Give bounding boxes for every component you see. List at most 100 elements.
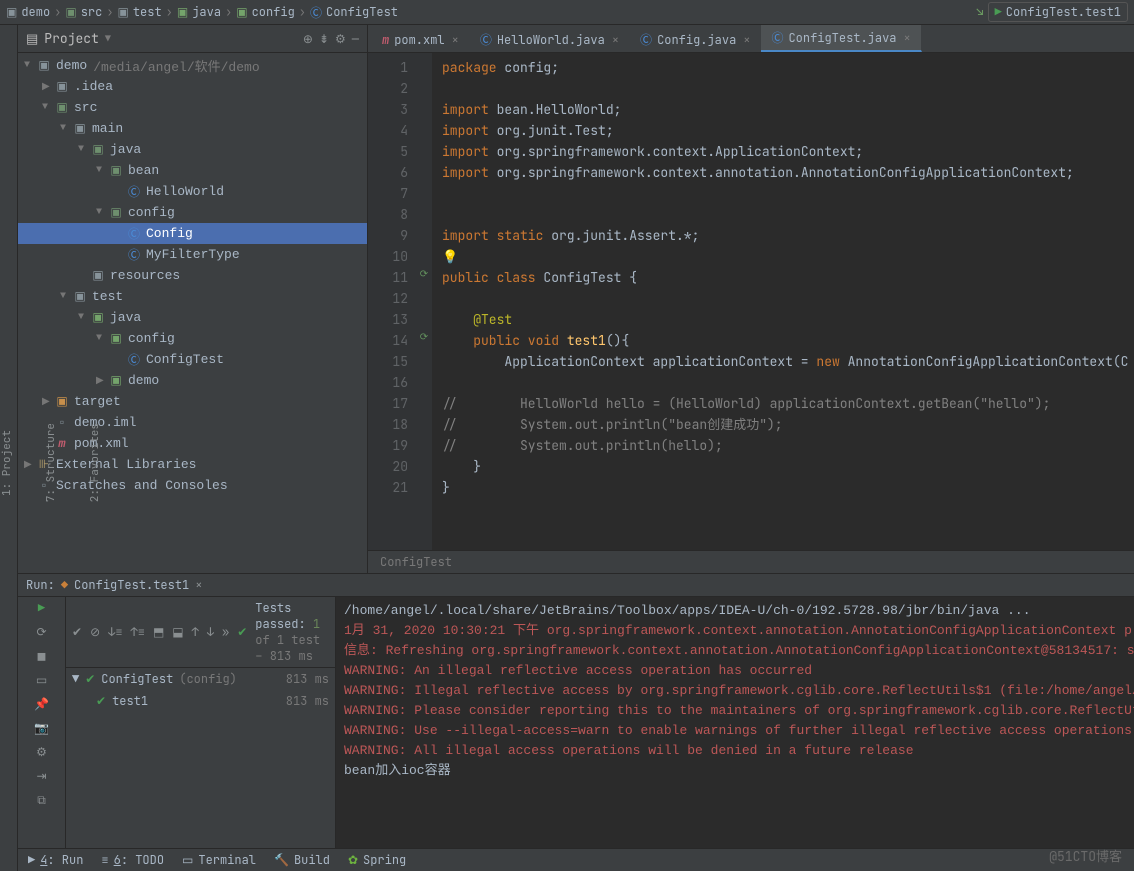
project-panel: ▤ Project ▼ ⊕ ⇟ ⚙ — ▼▣demo/media/angel/软… (18, 25, 368, 573)
back-icon[interactable]: ↘ (976, 4, 983, 20)
run-header: Run: ◆ ConfigTest.test1 × (18, 574, 1134, 597)
export-icon[interactable]: ⇥ (35, 769, 49, 783)
close-icon[interactable]: × (452, 32, 459, 48)
project-tree[interactable]: ▼▣demo/media/angel/软件/demo▶▣.idea▼▣src▼▣… (18, 53, 367, 573)
tree-node[interactable]: ▼▣demo/media/angel/软件/demo (18, 55, 367, 76)
passed-icon: ✔ (237, 624, 247, 640)
gear-icon[interactable]: ⚙ (35, 745, 49, 759)
status-run[interactable]: ▶ 4: Run (28, 852, 83, 868)
tree-node[interactable]: ⒸMyFilterType (18, 244, 367, 265)
code-editor[interactable]: 123456789101112131415161718192021 ⟳⟳ pac… (368, 53, 1134, 550)
expand-icon[interactable]: ⬒ (153, 624, 164, 640)
sort-icon[interactable]: ↑≡ (131, 624, 145, 640)
crumb[interactable]: ▣config (236, 4, 295, 20)
watermark: @51CTO博客 (1049, 846, 1122, 865)
pin-icon[interactable]: 📌 (35, 697, 49, 711)
left-tool-rail: 1: Project 7: Structure 2: Favorites ★ (0, 25, 18, 871)
close-icon[interactable]: × (743, 32, 750, 48)
rail-favorites[interactable]: 2: Favorites (88, 423, 102, 502)
next-icon[interactable]: ↓ (207, 624, 214, 640)
tree-node[interactable]: ▼▣test (18, 286, 367, 307)
status-bar: ▶ 4: Run ≡ 6: TODO ▭ Terminal 🔨 Build ✿ … (18, 848, 1134, 871)
tree-node[interactable]: ▼▣java (18, 307, 367, 328)
passed-filter-icon[interactable]: ✔ (72, 624, 82, 640)
code-content[interactable]: package config;import bean.HelloWorld;im… (432, 53, 1134, 550)
chevron-right-icon: › (225, 4, 232, 20)
rail-project[interactable]: 1: Project (0, 430, 14, 496)
crumb[interactable]: ▣demo (6, 4, 50, 20)
status-terminal[interactable]: ▭ Terminal (182, 852, 256, 868)
tree-node[interactable]: ⒸConfigTest (18, 349, 367, 370)
chevron-right-icon: › (299, 4, 306, 20)
editor-tab[interactable]: ⒸHelloWorld.java× (470, 27, 630, 52)
camera-icon[interactable]: 📷 (35, 721, 49, 735)
stop-icon[interactable]: ◼ (35, 649, 49, 663)
project-header: ▤ Project ▼ ⊕ ⇟ ⚙ — (18, 25, 367, 53)
tree-node[interactable]: ▶⊪External Libraries (18, 454, 367, 475)
run-console[interactable]: /home/angel/.local/share/JetBrains/Toolb… (336, 597, 1134, 848)
editor-tab[interactable]: mpom.xml× (372, 28, 470, 52)
test-icon: ◆ (61, 577, 68, 593)
status-spring[interactable]: ✿ Spring (348, 852, 406, 868)
chevron-right-icon: › (54, 4, 61, 20)
close-icon[interactable]: × (195, 577, 202, 593)
project-icon: ▤ (26, 30, 38, 47)
tests-toolbar: ✔ ⊘ ↓≡ ↑≡ ⬒ ⬓ ↑ ↓ » ✔ Tests passed: 1 of… (66, 597, 335, 668)
crumb[interactable]: ▣test (118, 4, 162, 20)
chevron-right-icon: › (166, 4, 173, 20)
run-config-name[interactable]: ConfigTest.test1 (74, 577, 189, 593)
tree-node[interactable]: ⒸConfig (18, 223, 367, 244)
tree-node[interactable]: ▶▣target (18, 391, 367, 412)
editor-tab[interactable]: ⒸConfigTest.java× (761, 25, 921, 52)
hide-icon[interactable]: — (352, 31, 359, 47)
tree-node[interactable]: ▶▣demo (18, 370, 367, 391)
tree-node[interactable]: ▼▣bean (18, 160, 367, 181)
collapse-icon[interactable]: ⇟ (319, 31, 329, 47)
crumb[interactable]: ▣java (177, 4, 221, 20)
project-title: Project (44, 30, 99, 47)
tree-node[interactable]: ▫Scratches and Consoles (18, 475, 367, 496)
close-icon[interactable]: × (612, 32, 619, 48)
crumb[interactable]: ▣src (65, 4, 102, 20)
editor-area: mpom.xml×ⒸHelloWorld.java×ⒸConfig.java×Ⓒ… (368, 25, 1134, 573)
tree-node[interactable]: ▣resources (18, 265, 367, 286)
status-todo[interactable]: ≡ 6: TODO (101, 852, 164, 868)
tree-node[interactable]: ▶▣.idea (18, 76, 367, 97)
editor-breadcrumb[interactable]: ConfigTest (368, 550, 1134, 573)
status-build[interactable]: 🔨 Build (274, 852, 330, 868)
navigation-breadcrumb: ▣demo › ▣src › ▣test › ▣java › ▣config ›… (0, 0, 1134, 25)
locate-icon[interactable]: ⊕ (303, 31, 313, 47)
ignored-filter-icon[interactable]: ⊘ (90, 624, 100, 640)
rail-structure[interactable]: 7: Structure (44, 423, 58, 502)
more-icon[interactable]: » (222, 624, 229, 640)
dropdown-icon[interactable]: ▼ (105, 32, 111, 45)
tree-node[interactable]: ▼▣java (18, 139, 367, 160)
tree-node[interactable]: ▼▣src (18, 97, 367, 118)
layout-icon[interactable]: ▭ (35, 673, 49, 687)
line-gutter: 123456789101112131415161718192021 (368, 53, 416, 550)
editor-tab[interactable]: ⒸConfig.java× (630, 27, 761, 52)
app-root: ▣demo › ▣src › ▣test › ▣java › ▣config ›… (0, 0, 1134, 871)
run-tests-pane: ✔ ⊘ ↓≡ ↑≡ ⬒ ⬓ ↑ ↓ » ✔ Tests passed: 1 of… (66, 597, 336, 848)
sort-icon[interactable]: ↓≡ (108, 624, 122, 640)
tree-node[interactable]: ▼▣main (18, 118, 367, 139)
rerun-icon[interactable]: ▶ (35, 601, 49, 615)
collapse-icon[interactable]: ⬓ (172, 624, 183, 640)
tree-node[interactable]: ▫demo.iml (18, 412, 367, 433)
tree-node[interactable]: ▼▣config (18, 202, 367, 223)
run-config-chip[interactable]: ▶ConfigTest.test1 (988, 2, 1128, 22)
test-node[interactable]: ▼✔ConfigTest(config)813 ms (66, 668, 335, 690)
history-icon[interactable]: ⧉ (35, 793, 49, 807)
tests-tree[interactable]: ▼✔ConfigTest(config)813 ms✔test1813 ms (66, 668, 335, 848)
editor-tabbar: mpom.xml×ⒸHelloWorld.java×ⒸConfig.java×Ⓒ… (368, 25, 1134, 53)
tree-node[interactable]: ▼▣config (18, 328, 367, 349)
prev-icon[interactable]: ↑ (192, 624, 199, 640)
toggle-icon[interactable]: ⟳ (35, 625, 49, 639)
tests-passed-label: Tests passed: 1 of 1 test – 813 ms (255, 600, 329, 664)
crumb[interactable]: ⒸConfigTest (310, 4, 398, 21)
tree-node[interactable]: mpom.xml (18, 433, 367, 454)
settings-icon[interactable]: ⚙ (335, 31, 346, 47)
tree-node[interactable]: ⒸHelloWorld (18, 181, 367, 202)
close-icon[interactable]: × (904, 30, 911, 46)
test-node[interactable]: ✔test1813 ms (66, 690, 335, 712)
